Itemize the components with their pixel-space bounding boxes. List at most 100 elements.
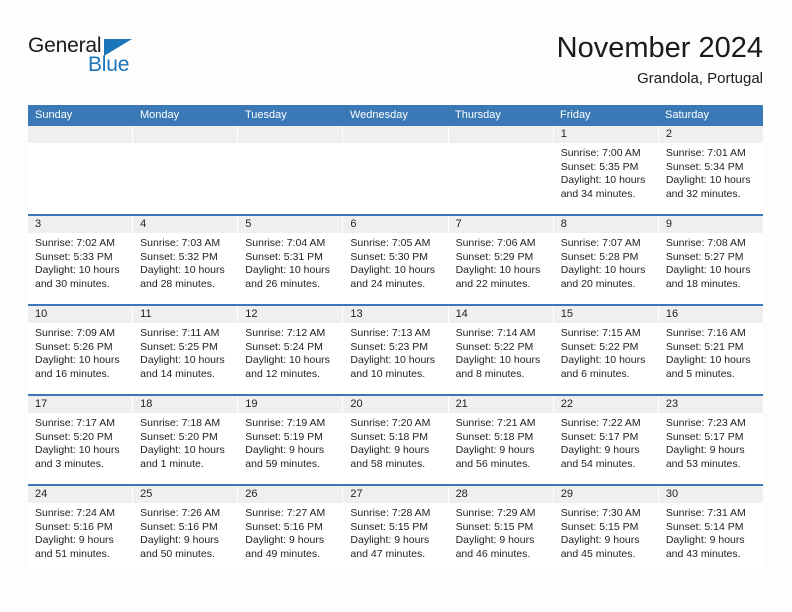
sunrise-text: Sunrise: 7:23 AM bbox=[665, 417, 746, 429]
sunrise-text: Sunrise: 7:22 AM bbox=[560, 417, 641, 429]
calendar-week-row: 3 Sunrise: 7:02 AM Sunset: 5:33 PM Daylight… bbox=[28, 214, 763, 304]
calendar-day-cell[interactable]: 4 Sunrise: 7:03 AM Sunset: 5:32 PM Daylight… bbox=[133, 216, 239, 304]
day-details: Sunrise: 7:23 AM Sunset: 5:17 PM Daylight:… bbox=[659, 413, 763, 471]
calendar-day-cell[interactable]: 6 Sunrise: 7:05 AM Sunset: 5:30 PM Daylight… bbox=[343, 216, 449, 304]
calendar-day-cell[interactable]: 2 Sunrise: 7:01 AM Sunset: 5:34 PM Daylight… bbox=[658, 126, 763, 214]
day-number bbox=[238, 126, 343, 143]
weekday-header-saturday: Saturday bbox=[665, 109, 710, 121]
sunrise-text: Sunrise: 7:09 AM bbox=[35, 327, 115, 339]
calendar-day-cell[interactable]: 3 Sunrise: 7:02 AM Sunset: 5:33 PM Daylight… bbox=[28, 216, 134, 304]
sunrise-text: Sunrise: 7:18 AM bbox=[140, 417, 221, 429]
sunset-text: Sunset: 5:14 PM bbox=[665, 520, 744, 533]
daylight-text: Daylight: 9 hours and 53 minutes. bbox=[665, 444, 745, 470]
day-number: 8 bbox=[553, 216, 658, 233]
sunset-text: Sunset: 5:24 PM bbox=[245, 340, 323, 353]
daylight-text: Daylight: 10 hours and 8 minutes. bbox=[455, 354, 541, 380]
sunrise-text: Sunrise: 7:12 AM bbox=[245, 327, 326, 339]
daylight-text: Daylight: 10 hours and 20 minutes. bbox=[560, 264, 646, 290]
sunrise-text: Sunrise: 7:11 AM bbox=[140, 327, 220, 339]
daylight-text: Daylight: 10 hours and 18 minutes. bbox=[665, 264, 751, 290]
calendar-day-cell[interactable]: 11 Sunrise: 7:11 AM Sunset: 5:25 PM Dayligh… bbox=[133, 306, 239, 394]
day-number: 2 bbox=[658, 126, 763, 143]
calendar-week-row: 10 Sunrise: 7:09 AM Sunset: 5:26 PM Dayligh… bbox=[28, 304, 763, 394]
brand-logo[interactable]: General Blue bbox=[28, 34, 208, 86]
sunset-text: Sunset: 5:28 PM bbox=[560, 250, 639, 263]
calendar-day-cell[interactable]: 5 Sunrise: 7:04 AM Sunset: 5:31 PM Daylight… bbox=[238, 216, 344, 304]
daylight-text: Daylight: 9 hours and 50 minutes. bbox=[140, 534, 219, 560]
day-number: 7 bbox=[448, 216, 553, 233]
sunset-text: Sunset: 5:33 PM bbox=[35, 250, 113, 263]
sunrise-text: Sunrise: 7:07 AM bbox=[560, 237, 641, 249]
calendar-day-cell[interactable]: 18 Sunrise: 7:18 AM Sunset: 5:20 PM Dayligh… bbox=[133, 396, 239, 484]
day-details: Sunrise: 7:04 AM Sunset: 5:31 PM Daylight:… bbox=[238, 233, 342, 291]
day-number: 30 bbox=[658, 486, 763, 503]
calendar-day-cell[interactable]: 24 Sunrise: 7:24 AM Sunset: 5:16 PM Dayligh… bbox=[28, 486, 134, 574]
day-details: Sunrise: 7:11 AM Sunset: 5:25 PM Daylight:… bbox=[133, 323, 237, 381]
day-number bbox=[28, 126, 133, 143]
calendar-day-cell[interactable]: 12 Sunrise: 7:12 AM Sunset: 5:24 PM Dayligh… bbox=[238, 306, 344, 394]
calendar-day-cell[interactable]: 28 Sunrise: 7:29 AM Sunset: 5:15 PM Dayligh… bbox=[448, 486, 554, 574]
daylight-text: Daylight: 9 hours and 59 minutes. bbox=[245, 444, 325, 470]
daylight-text: Daylight: 10 hours and 1 minute. bbox=[140, 444, 225, 470]
calendar-day-cell[interactable]: 13 Sunrise: 7:13 AM Sunset: 5:23 PM Dayligh… bbox=[343, 306, 449, 394]
sunset-text: Sunset: 5:16 PM bbox=[245, 520, 323, 533]
calendar-day-cell[interactable]: 27 Sunrise: 7:28 AM Sunset: 5:15 PM Dayligh… bbox=[343, 486, 449, 574]
sunset-text: Sunset: 5:25 PM bbox=[140, 340, 218, 353]
day-details: Sunrise: 7:27 AM Sunset: 5:16 PM Daylight:… bbox=[238, 503, 342, 561]
calendar-day-cell[interactable]: 16 Sunrise: 7:16 AM Sunset: 5:21 PM Dayligh… bbox=[658, 306, 763, 394]
sunrise-text: Sunrise: 7:31 AM bbox=[665, 507, 746, 519]
day-number: 14 bbox=[448, 306, 553, 323]
calendar-day-cell[interactable]: 20 Sunrise: 7:20 AM Sunset: 5:18 PM Dayligh… bbox=[343, 396, 449, 484]
calendar-day-cell[interactable]: 26 Sunrise: 7:27 AM Sunset: 5:16 PM Dayligh… bbox=[238, 486, 344, 574]
day-number: 23 bbox=[658, 396, 763, 413]
daylight-text: Daylight: 9 hours and 47 minutes. bbox=[350, 534, 430, 560]
day-number: 10 bbox=[28, 306, 133, 323]
daylight-text: Daylight: 9 hours and 56 minutes. bbox=[455, 444, 535, 470]
sunset-text: Sunset: 5:22 PM bbox=[560, 340, 639, 353]
sunset-text: Sunset: 5:17 PM bbox=[560, 430, 639, 443]
day-details: Sunrise: 7:12 AM Sunset: 5:24 PM Daylight:… bbox=[238, 323, 342, 381]
calendar-day-cell[interactable]: 19 Sunrise: 7:19 AM Sunset: 5:19 PM Dayligh… bbox=[238, 396, 344, 484]
calendar-day-cell[interactable]: 14 Sunrise: 7:14 AM Sunset: 5:22 PM Dayligh… bbox=[448, 306, 554, 394]
calendar-day-cell[interactable]: 29 Sunrise: 7:30 AM Sunset: 5:15 PM Dayligh… bbox=[553, 486, 659, 574]
day-details: Sunrise: 7:13 AM Sunset: 5:23 PM Daylight:… bbox=[343, 323, 447, 381]
day-details: Sunrise: 7:29 AM Sunset: 5:15 PM Daylight:… bbox=[449, 503, 553, 561]
calendar-day-cell-empty bbox=[448, 126, 554, 214]
calendar-day-cell[interactable]: 30 Sunrise: 7:31 AM Sunset: 5:14 PM Dayligh… bbox=[658, 486, 763, 574]
page-header: General Blue November 2024 Grandola, Por… bbox=[28, 30, 763, 98]
calendar-day-cell[interactable]: 21 Sunrise: 7:21 AM Sunset: 5:18 PM Dayligh… bbox=[448, 396, 554, 484]
calendar-table: Sunday Monday Tuesday Wednesday Thursday Frid… bbox=[28, 105, 763, 574]
day-details: Sunrise: 7:18 AM Sunset: 5:20 PM Daylight:… bbox=[133, 413, 237, 471]
day-number: 25 bbox=[133, 486, 238, 503]
daylight-text: Daylight: 10 hours and 32 minutes. bbox=[665, 174, 751, 200]
weekday-header-sunday: Sunday bbox=[35, 109, 73, 121]
sunset-text: Sunset: 5:23 PM bbox=[350, 340, 429, 353]
calendar-day-cell[interactable]: 8 Sunrise: 7:07 AM Sunset: 5:28 PM Daylight… bbox=[553, 216, 659, 304]
sunrise-text: Sunrise: 7:14 AM bbox=[455, 327, 536, 339]
daylight-text: Daylight: 10 hours and 12 minutes. bbox=[245, 354, 330, 380]
calendar-day-cell-empty bbox=[238, 126, 344, 214]
brand-name-blue: Blue bbox=[88, 53, 130, 76]
calendar-day-cell[interactable]: 23 Sunrise: 7:23 AM Sunset: 5:17 PM Dayligh… bbox=[658, 396, 763, 484]
day-number: 29 bbox=[553, 486, 658, 503]
day-number: 4 bbox=[133, 216, 238, 233]
calendar-day-cell[interactable]: 22 Sunrise: 7:22 AM Sunset: 5:17 PM Dayligh… bbox=[553, 396, 659, 484]
daylight-text: Daylight: 9 hours and 46 minutes. bbox=[455, 534, 535, 560]
day-number: 12 bbox=[238, 306, 343, 323]
day-details: Sunrise: 7:06 AM Sunset: 5:29 PM Daylight:… bbox=[449, 233, 553, 291]
calendar-day-cell-empty bbox=[343, 126, 449, 214]
daylight-text: Daylight: 9 hours and 58 minutes. bbox=[350, 444, 430, 470]
calendar-day-cell[interactable]: 15 Sunrise: 7:15 AM Sunset: 5:22 PM Dayligh… bbox=[553, 306, 659, 394]
day-number bbox=[343, 126, 448, 143]
sunrise-text: Sunrise: 7:20 AM bbox=[350, 417, 431, 429]
day-details: Sunrise: 7:20 AM Sunset: 5:18 PM Daylight:… bbox=[343, 413, 447, 471]
calendar-day-cell[interactable]: 25 Sunrise: 7:26 AM Sunset: 5:16 PM Dayligh… bbox=[133, 486, 239, 574]
calendar-day-cell[interactable]: 10 Sunrise: 7:09 AM Sunset: 5:26 PM Dayligh… bbox=[28, 306, 134, 394]
calendar-day-cell[interactable]: 9 Sunrise: 7:08 AM Sunset: 5:27 PM Daylight… bbox=[658, 216, 763, 304]
calendar-day-cell[interactable]: 17 Sunrise: 7:17 AM Sunset: 5:20 PM Dayligh… bbox=[28, 396, 134, 484]
sunset-text: Sunset: 5:21 PM bbox=[665, 340, 744, 353]
sunrise-text: Sunrise: 7:26 AM bbox=[140, 507, 221, 519]
calendar-day-cell[interactable]: 7 Sunrise: 7:06 AM Sunset: 5:29 PM Daylight… bbox=[448, 216, 554, 304]
sunrise-text: Sunrise: 7:15 AM bbox=[560, 327, 641, 339]
calendar-day-cell[interactable]: 1 Sunrise: 7:00 AM Sunset: 5:35 PM Daylight… bbox=[553, 126, 659, 214]
